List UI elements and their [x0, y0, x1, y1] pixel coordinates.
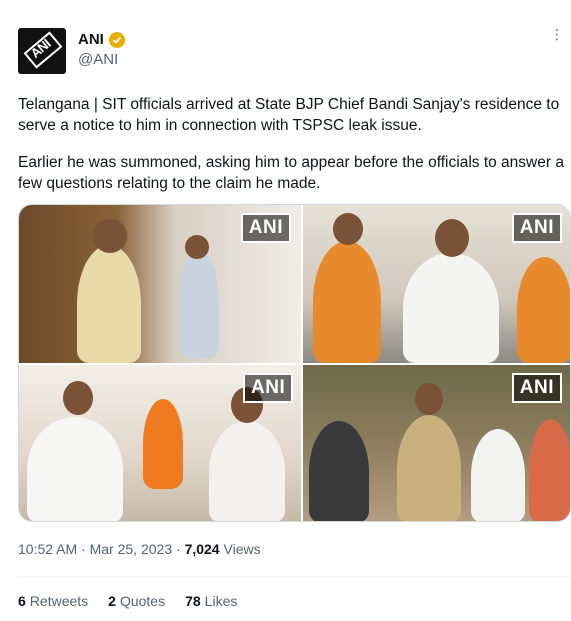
- watermark-label: ANI: [511, 213, 562, 243]
- meta-separator: ·: [176, 541, 181, 557]
- meta-separator: ·: [81, 541, 86, 557]
- verified-badge-icon[interactable]: [108, 31, 125, 48]
- figure-head: [63, 381, 93, 415]
- author-name-row: ANI: [78, 31, 125, 48]
- watermark-label: ANI: [243, 373, 294, 403]
- figure-shape: [403, 253, 499, 363]
- likes-count: 78: [185, 593, 201, 609]
- engagement-stats: 6 Retweets 2 Quotes 78 Likes: [18, 593, 237, 609]
- tweet-date[interactable]: Mar 25, 2023: [90, 541, 173, 557]
- watermark-label: ANI: [240, 213, 291, 243]
- figure-shape: [309, 421, 369, 521]
- media-grid: ANI ANI ANI ANI: [18, 204, 571, 522]
- views-count: 7,024: [184, 541, 220, 557]
- figure-head: [435, 219, 469, 257]
- figure-head: [415, 383, 443, 415]
- figure-head: [185, 235, 209, 259]
- media-photo-3[interactable]: ANI: [19, 365, 301, 521]
- quotes-stat[interactable]: 2 Quotes: [108, 593, 165, 609]
- more-options-icon[interactable]: ⋮: [550, 26, 565, 43]
- figure-shape: [143, 399, 183, 489]
- media-photo-2[interactable]: ANI: [303, 205, 570, 363]
- retweets-count: 6: [18, 593, 26, 609]
- figure-shape: [529, 419, 570, 521]
- retweets-stat[interactable]: 6 Retweets: [18, 593, 88, 609]
- figure-head: [93, 219, 127, 253]
- quotes-count: 2: [108, 593, 116, 609]
- author-handle[interactable]: @ANI: [78, 51, 118, 68]
- retweets-label: Retweets: [29, 593, 89, 609]
- divider: [18, 576, 571, 577]
- views-label: Views: [223, 541, 261, 557]
- tweet-text-paragraph-1: Telangana | SIT officials arrived at Sta…: [18, 96, 560, 134]
- quotes-label: Quotes: [119, 593, 166, 609]
- tweet-card: ANI ANI @ANI ⋮ Telangana | SIT officials…: [0, 0, 571, 621]
- figure-shape: [397, 415, 461, 521]
- media-photo-4[interactable]: ANI: [303, 365, 570, 521]
- figure-shape: [27, 417, 123, 521]
- avatar[interactable]: ANI: [18, 28, 66, 74]
- figure-shape: [209, 421, 285, 521]
- figure-shape: [77, 245, 141, 363]
- figure-shape: [179, 249, 219, 359]
- tweet-text-paragraph-2: Earlier he was summoned, asking him to a…: [18, 154, 564, 192]
- figure-head: [333, 213, 363, 245]
- figure-shape: [313, 241, 381, 363]
- tweet-time[interactable]: 10:52 AM: [18, 541, 77, 557]
- likes-label: Likes: [204, 593, 238, 609]
- tweet-meta: 10:52 AM · Mar 25, 2023 · 7,024 Views: [18, 541, 261, 557]
- figure-shape: [471, 429, 525, 521]
- watermark-label: ANI: [511, 373, 562, 403]
- author-display-name[interactable]: ANI: [78, 31, 104, 48]
- media-photo-1[interactable]: ANI: [19, 205, 301, 363]
- likes-stat[interactable]: 78 Likes: [185, 593, 237, 609]
- figure-shape: [517, 257, 570, 363]
